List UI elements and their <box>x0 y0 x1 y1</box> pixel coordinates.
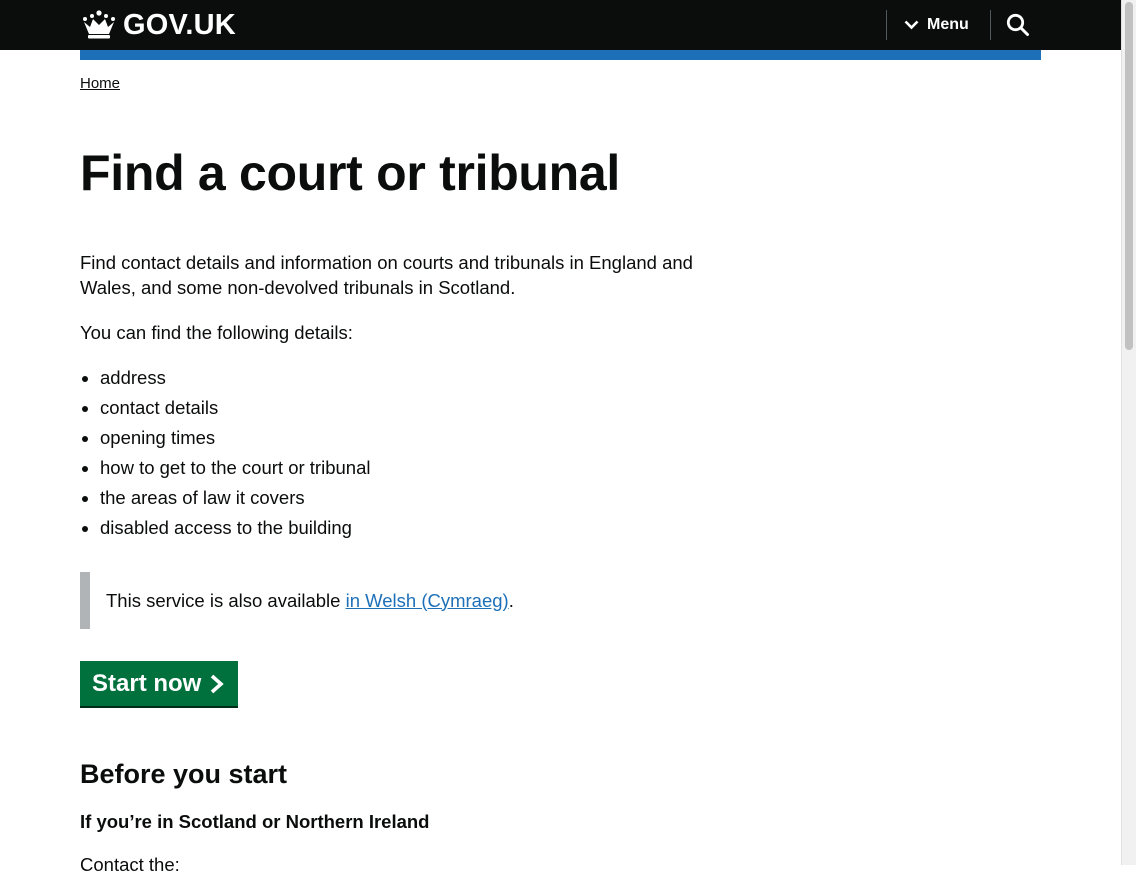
site-header: GOV.UK Menu <box>0 0 1121 50</box>
chevron-right-icon <box>211 674 225 693</box>
menu-button[interactable]: Menu <box>904 12 969 38</box>
details-intro: You can find the following details: <box>80 322 353 343</box>
govuk-logo-link[interactable]: GOV.UK <box>80 8 236 42</box>
list-item: the areas of law it covers <box>100 485 370 510</box>
start-now-label: Start now <box>92 669 202 697</box>
header-blue-bar <box>80 50 1041 60</box>
details-list: address contact details opening times ho… <box>80 365 370 545</box>
page-title: Find a court or tribunal <box>80 145 621 201</box>
logo-text: GOV.UK <box>123 8 236 41</box>
page-scrollbar[interactable] <box>1121 0 1136 865</box>
list-item: contact details <box>100 395 370 420</box>
menu-divider <box>886 10 887 40</box>
scotland-ni-heading: If you’re in Scotland or Northern Irelan… <box>80 811 430 832</box>
breadcrumb-home-link[interactable]: Home <box>80 75 120 92</box>
breadcrumb: Home <box>80 75 120 92</box>
search-divider <box>990 10 991 40</box>
search-icon <box>1006 13 1029 36</box>
welsh-inset-text: This service is also available in Welsh … <box>80 572 680 629</box>
menu-label: Menu <box>927 16 969 33</box>
start-now-button[interactable]: Start now <box>80 661 238 706</box>
inset-text: This service is also available <box>106 589 346 611</box>
intro-paragraph: Find contact details and information on … <box>80 252 693 298</box>
welsh-link[interactable]: in Welsh (Cymraeg) <box>346 590 509 612</box>
list-item: address <box>100 365 370 390</box>
before-you-start-heading: Before you start <box>80 759 288 789</box>
inset-text-end: . <box>508 589 514 611</box>
list-item: disabled access to the building <box>100 515 370 540</box>
crown-icon <box>83 10 115 39</box>
list-item: how to get to the court or tribunal <box>100 455 370 480</box>
scrollbar-thumb[interactable] <box>1125 2 1133 350</box>
list-item: opening times <box>100 425 370 450</box>
chevron-down-icon <box>904 20 919 30</box>
search-button[interactable] <box>1005 12 1031 38</box>
